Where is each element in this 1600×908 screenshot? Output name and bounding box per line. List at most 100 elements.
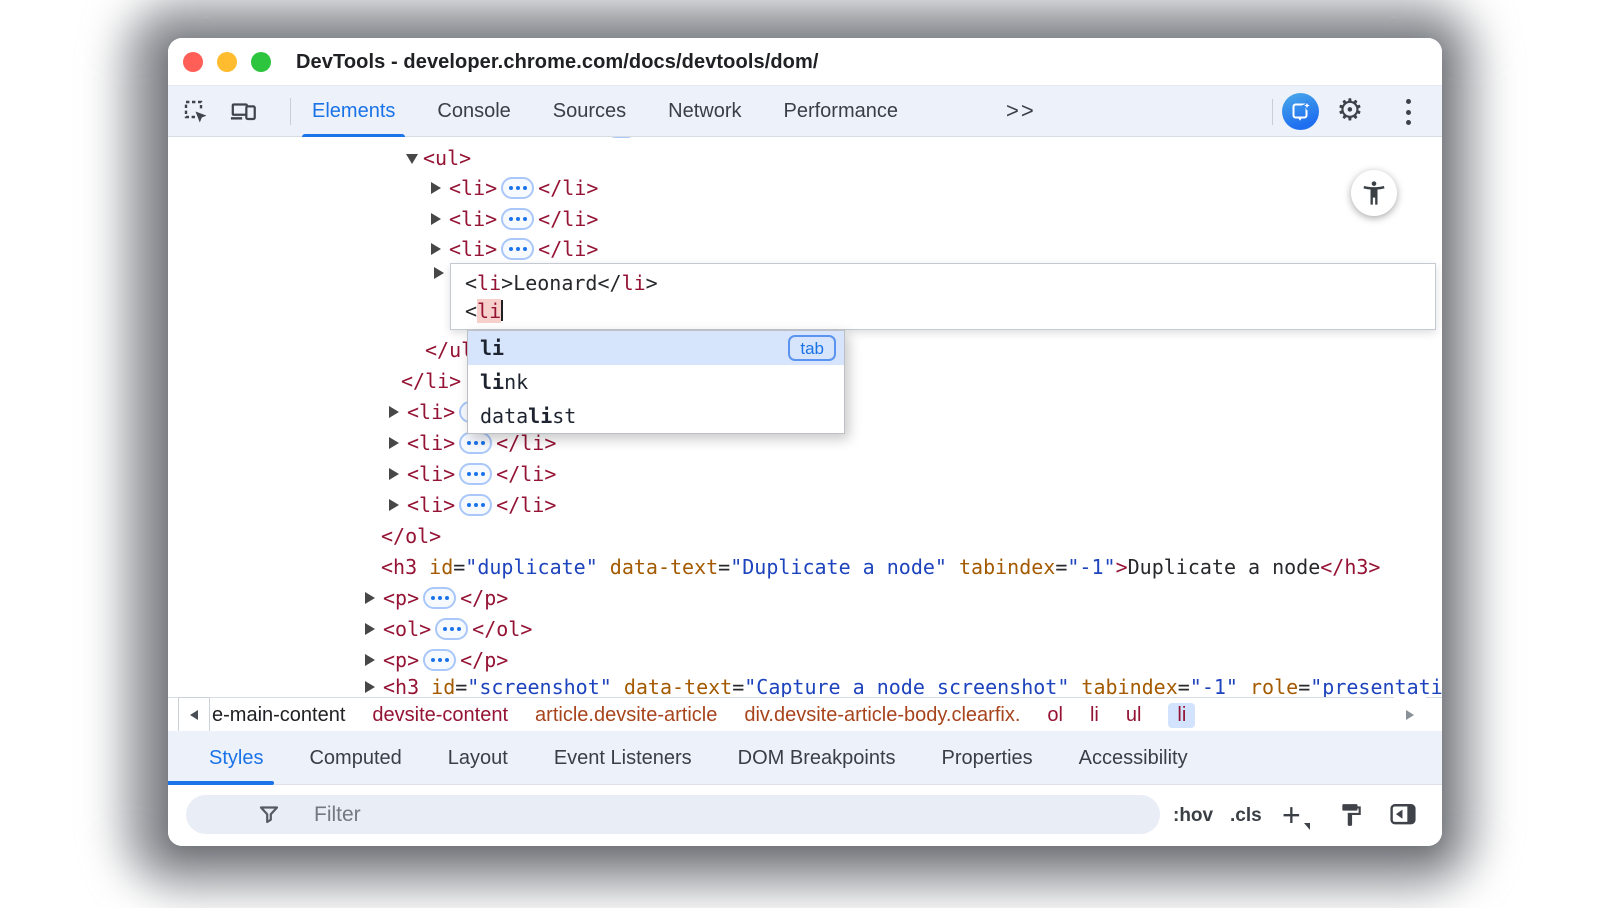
crumb-scroll-right-button[interactable]: [1394, 697, 1426, 732]
text-cursor: [501, 300, 503, 321]
collapsed-arrow-icon[interactable]: [365, 592, 375, 604]
tree-row[interactable]: <li></li>: [407, 490, 556, 520]
accessibility-overlay-button[interactable]: [1351, 170, 1397, 216]
filter-input[interactable]: [314, 798, 1014, 832]
tab-accessibility[interactable]: Accessibility: [1056, 731, 1211, 785]
tab-layout[interactable]: Layout: [425, 731, 531, 785]
left-arrow-icon: [190, 710, 198, 720]
zoom-traffic-light-button[interactable]: [251, 52, 271, 72]
tab-sources[interactable]: Sources: [532, 86, 647, 137]
window-title: DevTools - developer.chrome.com/docs/dev…: [296, 38, 819, 86]
collapsed-arrow-icon[interactable]: [365, 623, 375, 635]
autocomplete-item[interactable]: litab: [468, 331, 844, 365]
breadcrumb-item[interactable]: ul: [1126, 704, 1142, 727]
hidden-children-ellipsis-icon[interactable]: [501, 238, 534, 260]
toggle-sidebar-icon[interactable]: [1390, 802, 1416, 833]
hidden-children-ellipsis-icon[interactable]: [423, 587, 456, 609]
hidden-children-ellipsis-icon[interactable]: [459, 494, 492, 516]
tree-row[interactable]: <li></li>: [449, 173, 598, 203]
styles-filter-bar: :hov .cls +: [168, 785, 1442, 846]
hidden-children-ellipsis-icon[interactable]: [501, 177, 534, 199]
device-toolbar-icon[interactable]: [230, 98, 258, 126]
tree-row[interactable]: <li></li>: [449, 234, 598, 264]
collapsed-arrow-icon[interactable]: [365, 654, 375, 666]
breadcrumb-item[interactable]: ol: [1047, 704, 1063, 727]
dom-tree: <li>Leonard</li> <li litablinkdatalist <…: [168, 137, 1442, 697]
tab-computed[interactable]: Computed: [286, 731, 424, 785]
collapsed-arrow-icon[interactable]: [365, 681, 375, 693]
collapsed-arrow-icon[interactable]: [389, 406, 399, 418]
element-classes-cls-button[interactable]: .cls: [1230, 785, 1262, 846]
crumb-scroll-left-button[interactable]: [178, 697, 210, 732]
tree-row[interactable]: <h3 id="screenshot" data-text="Capture a…: [383, 672, 1442, 697]
tree-row[interactable]: <p></p>: [383, 645, 508, 675]
tab-network[interactable]: Network: [647, 86, 762, 137]
devtools-window: DevTools - developer.chrome.com/docs/dev…: [168, 38, 1442, 846]
tab-styles[interactable]: Styles: [186, 731, 286, 785]
right-arrow-icon: [1406, 710, 1414, 720]
tab-console[interactable]: Console: [416, 86, 531, 137]
panel-tabs: ElementsConsoleSourcesNetworkPerformance: [291, 86, 919, 137]
tab-event-listeners[interactable]: Event Listeners: [531, 731, 715, 785]
tree-row[interactable]: <p></p>: [383, 583, 508, 613]
collapsed-arrow-icon[interactable]: [431, 182, 441, 194]
breadcrumb-item[interactable]: devsite-content: [372, 704, 508, 727]
hidden-children-ellipsis-icon[interactable]: [423, 649, 456, 671]
pseudo-state-hov-button[interactable]: :hov: [1173, 785, 1213, 846]
toolbar-separator: [1272, 99, 1273, 125]
ai-select-element-icon: [1289, 100, 1313, 124]
breadcrumb: e-main-content devsite-content article.dev…: [212, 698, 1382, 732]
tab-performance[interactable]: Performance: [763, 86, 920, 137]
hidden-children-ellipsis-icon[interactable]: [605, 137, 638, 138]
tree-row[interactable]: <ul>: [423, 143, 471, 173]
inspect-element-icon[interactable]: [182, 98, 210, 126]
close-traffic-light-button[interactable]: [183, 52, 203, 72]
breadcrumb-bar: e-main-content devsite-content article.dev…: [168, 697, 1442, 731]
hidden-children-ellipsis-icon[interactable]: [435, 618, 468, 640]
tree-row[interactable]: <li></li>: [449, 204, 598, 234]
breadcrumb-item[interactable]: div.devsite-article-body.clearfix.: [744, 704, 1020, 727]
more-panels-chevron-icon[interactable]: >>: [1006, 86, 1036, 137]
breadcrumb-item[interactable]: article.devsite-article: [535, 704, 717, 727]
breadcrumb-item[interactable]: li: [1090, 704, 1099, 727]
styles-panel-tabs: StylesComputedLayoutEvent ListenersDOM B…: [168, 731, 1442, 785]
edit-line[interactable]: <li: [465, 297, 1435, 325]
minimize-traffic-light-button[interactable]: [217, 52, 237, 72]
tree-row[interactable]: <h3 id="duplicate" data-text="Duplicate …: [381, 552, 1380, 582]
format-paint-icon[interactable]: [1338, 802, 1364, 833]
collapsed-arrow-icon[interactable]: [389, 437, 399, 449]
expanded-arrow-icon[interactable]: [406, 154, 418, 164]
tree-row[interactable]: <li></li>: [407, 459, 556, 489]
tab-elements[interactable]: Elements: [291, 86, 416, 137]
tab-dom-breakpoints[interactable]: DOM Breakpoints: [715, 731, 919, 785]
tree-row[interactable]: </li>: [401, 366, 461, 396]
collapsed-arrow-icon[interactable]: [434, 267, 444, 279]
tab-properties[interactable]: Properties: [919, 731, 1056, 785]
new-style-rule-button[interactable]: +: [1282, 785, 1301, 846]
breadcrumb-item[interactable]: li: [1168, 703, 1195, 728]
tree-row[interactable]: <ol></ol>: [383, 614, 532, 644]
autocomplete-item[interactable]: link: [468, 365, 844, 399]
kebab-menu-icon[interactable]: [1404, 98, 1412, 126]
hidden-children-ellipsis-icon[interactable]: [459, 463, 492, 485]
collapsed-arrow-icon[interactable]: [431, 243, 441, 255]
collapsed-arrow-icon[interactable]: [389, 499, 399, 511]
devtools-toolbar: ElementsConsoleSourcesNetworkPerformance…: [168, 86, 1442, 137]
accessibility-person-icon: [1360, 179, 1388, 207]
titlebar: DevTools - developer.chrome.com/docs/dev…: [168, 38, 1442, 86]
hidden-children-ellipsis-icon[interactable]: [501, 208, 534, 230]
autocomplete-popup: litablinkdatalist: [467, 330, 845, 434]
filter-funnel-icon: [258, 805, 280, 830]
collapsed-arrow-icon[interactable]: [389, 468, 399, 480]
tree-row[interactable]: </ol>: [381, 521, 441, 551]
tab-key-badge: tab: [788, 335, 836, 361]
settings-gear-icon[interactable]: ⚙: [1334, 94, 1366, 128]
breadcrumb-item[interactable]: e-main-content: [212, 704, 345, 727]
autocomplete-item[interactable]: datalist: [468, 399, 844, 433]
ai-assistance-button[interactable]: [1282, 93, 1319, 130]
tree-row[interactable]: <li></li>: [449, 137, 714, 142]
collapsed-arrow-icon[interactable]: [431, 213, 441, 225]
node-edit-box[interactable]: <li>Leonard</li> <li: [450, 263, 1436, 330]
hidden-children-ellipsis-icon[interactable]: [459, 432, 492, 454]
edit-line[interactable]: <li>Leonard</li>: [465, 269, 1435, 297]
